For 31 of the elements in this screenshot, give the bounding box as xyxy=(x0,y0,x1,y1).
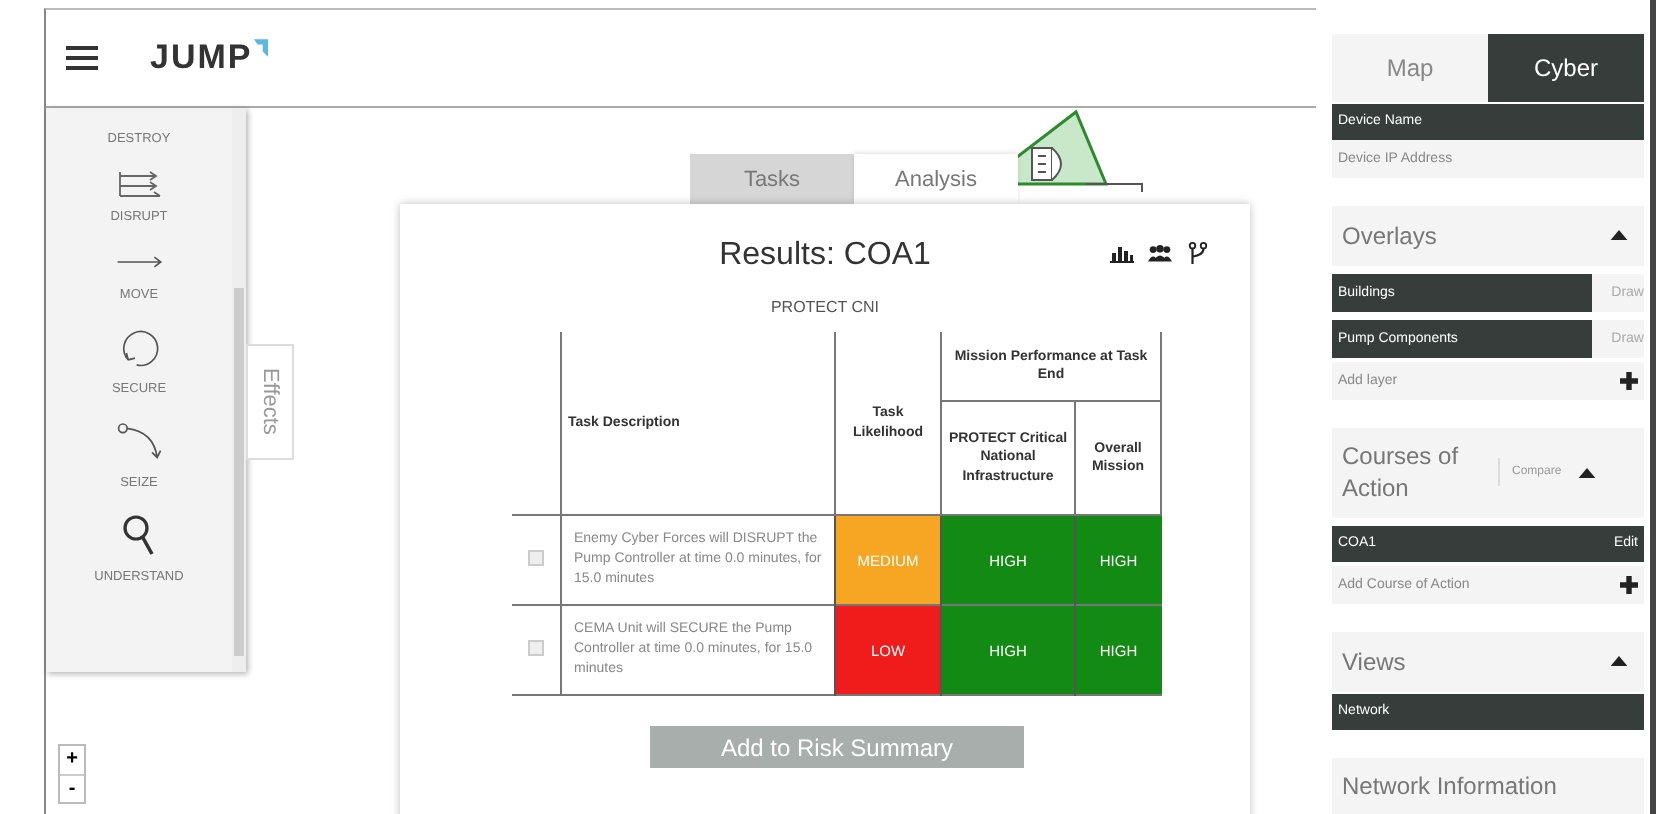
effects-tab[interactable]: Effects xyxy=(246,344,294,460)
scrollbar[interactable] xyxy=(232,108,246,672)
section-header[interactable]: Overlays xyxy=(1332,205,1644,266)
logo-mark-icon xyxy=(254,38,269,58)
logo: JUMP xyxy=(150,38,253,78)
section-title: Network Information xyxy=(1342,771,1559,800)
branch-icon[interactable] xyxy=(1186,242,1210,264)
checkbox[interactable] xyxy=(528,550,544,566)
results-title: Results: COA1 xyxy=(719,238,931,274)
split-arrows-icon[interactable] xyxy=(115,170,163,198)
results-subtitle: PROTECT CNI xyxy=(770,298,880,316)
add-to-risk-summary-button[interactable]: Add to Risk Summary xyxy=(650,726,1024,768)
tab[interactable]: Tasks xyxy=(690,154,854,204)
caret-icon[interactable] xyxy=(1577,467,1596,478)
section-title: Courses of Action xyxy=(1342,440,1461,506)
tab[interactable]: Analysis xyxy=(854,154,1018,204)
caret-icon[interactable] xyxy=(1610,230,1628,241)
section-title: Views xyxy=(1342,647,1408,676)
menu-icon[interactable] xyxy=(66,46,98,70)
tab[interactable]: Map xyxy=(1332,34,1488,102)
group-icon[interactable] xyxy=(1148,242,1172,264)
plus-icon[interactable] xyxy=(1620,371,1638,390)
curved-arrow-icon[interactable] xyxy=(115,420,163,464)
bar-chart-icon[interactable] xyxy=(1110,242,1134,264)
section-header[interactable]: Network Information xyxy=(1332,757,1644,814)
plus-icon[interactable] xyxy=(1620,575,1638,594)
caret-icon[interactable] xyxy=(1610,656,1628,667)
tab[interactable]: Cyber xyxy=(1488,34,1644,102)
checkbox[interactable] xyxy=(528,640,544,656)
section-header[interactable]: Views xyxy=(1332,631,1644,692)
section-title: Overlays xyxy=(1342,221,1439,250)
